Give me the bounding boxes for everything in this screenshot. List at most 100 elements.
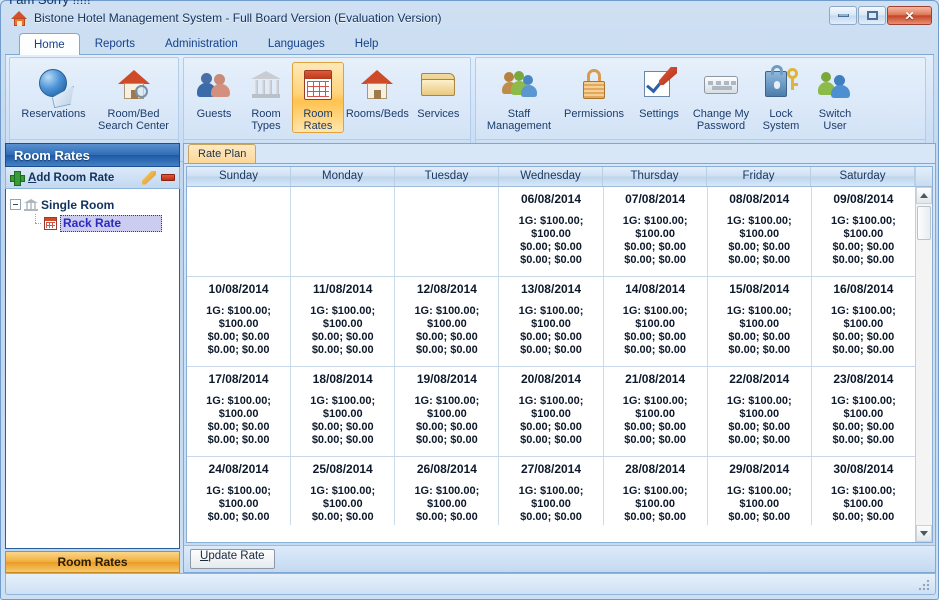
calendar-cell-rate-line: $0.00; $0.00 <box>833 254 895 267</box>
calendar-cell-rate-line: $0.00; $0.00 <box>312 524 374 525</box>
ribbon-button-reservations[interactable]: Reservations <box>14 62 93 121</box>
add-room-rate-button[interactable]: Add Room Rate <box>28 172 137 184</box>
content-area: Room Rates Add Room Rate Single Room <box>5 143 936 573</box>
minus-icon[interactable] <box>161 174 175 181</box>
ribbon-button-lock-system[interactable]: Lock System <box>754 62 808 133</box>
calendar-cell[interactable]: 12/08/20141G: $100.00;$100.00$0.00; $0.0… <box>395 277 499 366</box>
update-rate-button[interactable]: Update Rate <box>190 549 275 569</box>
menu-tab-reports[interactable]: Reports <box>80 33 150 54</box>
calendar-cell[interactable]: 13/08/20141G: $100.00;$100.00$0.00; $0.0… <box>499 277 603 366</box>
scroll-down-button[interactable] <box>916 525 932 542</box>
calendar-cell-rate-line: 1G: $100.00; <box>831 305 896 318</box>
calendar-cell-rate-line: $0.00; $0.00 <box>624 344 686 357</box>
ribbon-button-room-rates[interactable]: Room Rates <box>292 62 344 133</box>
sidebar-footer-room-rates-button[interactable]: Room Rates <box>5 551 180 573</box>
column-header-tuesday[interactable]: Tuesday <box>395 167 499 186</box>
calendar-cell[interactable]: 30/08/20141G: $100.00;$100.00$0.00; $0.0… <box>812 457 915 525</box>
calendar-cell[interactable]: 19/08/20141G: $100.00;$100.00$0.00; $0.0… <box>395 367 499 456</box>
resize-grip-icon[interactable] <box>918 578 932 592</box>
column-header-monday[interactable]: Monday <box>291 167 395 186</box>
column-header-sunday[interactable]: Sunday <box>187 167 291 186</box>
scroll-up-button[interactable] <box>916 187 932 204</box>
calendar-cell[interactable]: 07/08/20141G: $100.00;$100.00$0.00; $0.0… <box>604 187 708 276</box>
column-header-wednesday[interactable]: Wednesday <box>499 167 603 186</box>
pencil-icon[interactable] <box>142 171 156 185</box>
ribbon-button-switch-user[interactable]: Switch User <box>808 62 862 133</box>
calendar-cell[interactable]: 08/08/20141G: $100.00;$100.00$0.00; $0.0… <box>708 187 812 276</box>
menu-tab-help[interactable]: Help <box>340 33 394 54</box>
calendar-cell-rate-line: 1G: $100.00; <box>519 305 584 318</box>
calendar-cell-rate-line: 1G: $100.00; <box>519 485 584 498</box>
calendar-cell-empty[interactable] <box>395 187 499 276</box>
tree-item-rack-rate[interactable]: Rack Rate <box>10 214 175 233</box>
calendar-cell-date: 12/08/2014 <box>417 282 477 296</box>
calendar-cell-rate-line: $100.00 <box>531 408 571 421</box>
calendar-cell[interactable]: 28/08/20141G: $100.00;$100.00$0.00; $0.0… <box>604 457 708 525</box>
sidebar-toolbar: Add Room Rate <box>5 167 180 189</box>
calendar-cell-rate-line: 1G: $100.00; <box>623 395 688 408</box>
house-icon <box>357 66 397 106</box>
table-row: 06/08/20141G: $100.00;$100.00$0.00; $0.0… <box>187 187 915 277</box>
room-rates-tree[interactable]: Single Room Rack Rate <box>5 189 180 549</box>
calendar-cell[interactable]: 27/08/20141G: $100.00;$100.00$0.00; $0.0… <box>499 457 603 525</box>
maximize-button[interactable] <box>858 6 886 25</box>
calendar-cell-empty[interactable] <box>187 187 291 276</box>
ribbon-button-staff-management[interactable]: Staff Management <box>480 62 558 133</box>
menu-tab-administration[interactable]: Administration <box>150 33 253 54</box>
calendar-cell[interactable]: 22/08/20141G: $100.00;$100.00$0.00; $0.0… <box>708 367 812 456</box>
calendar-cell[interactable]: 10/08/20141G: $100.00;$100.00$0.00; $0.0… <box>187 277 291 366</box>
plus-icon[interactable] <box>10 171 23 184</box>
calendar-cell[interactable]: 20/08/20141G: $100.00;$100.00$0.00; $0.0… <box>499 367 603 456</box>
calendar-cell[interactable]: 15/08/20141G: $100.00;$100.00$0.00; $0.0… <box>708 277 812 366</box>
ribbon-button-room-bed-search-center[interactable]: Room/Bed Search Center <box>93 62 174 133</box>
calendar-cell[interactable]: 17/08/20141G: $100.00;$100.00$0.00; $0.0… <box>187 367 291 456</box>
scroll-thumb[interactable] <box>917 206 931 240</box>
ribbon-button-services[interactable]: Services <box>411 62 466 121</box>
bank-icon <box>246 66 286 106</box>
close-button[interactable]: ✕ <box>887 6 932 25</box>
ribbon-button-rooms-beds[interactable]: Rooms/Beds <box>344 62 411 121</box>
tab-label: Rate Plan <box>198 148 246 160</box>
column-header-thursday[interactable]: Thursday <box>603 167 707 186</box>
menu-tab-label: Administration <box>165 38 238 50</box>
calendar-cell-rate-line: $100.00 <box>427 318 467 331</box>
menu-tab-languages[interactable]: Languages <box>253 33 340 54</box>
rate-plan-panel: Rate Plan Sunday Monday Tuesday Wednesda… <box>183 143 936 573</box>
calendar-cell-date: 13/08/2014 <box>521 282 581 296</box>
ribbon-button-guests[interactable]: Guests <box>188 62 240 121</box>
calendar-cell[interactable]: 23/08/20141G: $100.00;$100.00$0.00; $0.0… <box>812 367 915 456</box>
calendar-cell[interactable]: 16/08/20141G: $100.00;$100.00$0.00; $0.0… <box>812 277 915 366</box>
grid-vertical-scrollbar[interactable] <box>915 187 932 542</box>
calendar-cell-rate-line: $0.00; $0.00 <box>728 511 790 524</box>
calendar-cell-rate-line: $0.00; $0.00 <box>416 434 478 447</box>
calendar-cell[interactable]: 11/08/20141G: $100.00;$100.00$0.00; $0.0… <box>291 277 395 366</box>
minimize-button[interactable] <box>829 6 857 25</box>
ribbon-button-permissions[interactable]: Permissions <box>558 62 630 121</box>
calendar-cell[interactable]: 26/08/20141G: $100.00;$100.00$0.00; $0.0… <box>395 457 499 525</box>
ribbon-button-room-types[interactable]: Room Types <box>240 62 292 133</box>
calendar-cell[interactable]: 25/08/20141G: $100.00;$100.00$0.00; $0.0… <box>291 457 395 525</box>
calendar-cell[interactable]: 29/08/20141G: $100.00;$100.00$0.00; $0.0… <box>708 457 812 525</box>
calendar-cell-rate-line: $100.00 <box>635 228 675 241</box>
scroll-track[interactable] <box>916 204 932 525</box>
calendar-cell-rate-line: $0.00; $0.00 <box>833 434 895 447</box>
calendar-cell[interactable]: 06/08/20141G: $100.00;$100.00$0.00; $0.0… <box>499 187 603 276</box>
collapse-icon[interactable] <box>10 199 21 210</box>
calendar-cell-rate-line: $100.00 <box>844 318 884 331</box>
calendar-cell[interactable]: 18/08/20141G: $100.00;$100.00$0.00; $0.0… <box>291 367 395 456</box>
tree-connector-icon <box>30 218 41 229</box>
calendar-cell-rate-line: 1G: $100.00; <box>310 485 375 498</box>
calendar-cell[interactable]: 21/08/20141G: $100.00;$100.00$0.00; $0.0… <box>604 367 708 456</box>
column-header-friday[interactable]: Friday <box>707 167 811 186</box>
calendar-cell[interactable]: 09/08/20141G: $100.00;$100.00$0.00; $0.0… <box>812 187 915 276</box>
ribbon-button-settings[interactable]: Settings <box>630 62 688 121</box>
menu-tab-home[interactable]: Home <box>19 33 80 55</box>
calendar-cell[interactable]: 24/08/20141G: $100.00;$100.00$0.00; $0.0… <box>187 457 291 525</box>
column-header-saturday[interactable]: Saturday <box>811 167 915 186</box>
calendar-cell-empty[interactable] <box>291 187 395 276</box>
tree-item-single-room[interactable]: Single Room <box>10 195 175 214</box>
ribbon-button-change-my-password[interactable]: Change My Password <box>688 62 754 133</box>
calendar-cell-rate-line: $0.00; $0.00 <box>208 344 270 357</box>
calendar-cell[interactable]: 14/08/20141G: $100.00;$100.00$0.00; $0.0… <box>604 277 708 366</box>
tab-rate-plan[interactable]: Rate Plan <box>188 144 256 163</box>
